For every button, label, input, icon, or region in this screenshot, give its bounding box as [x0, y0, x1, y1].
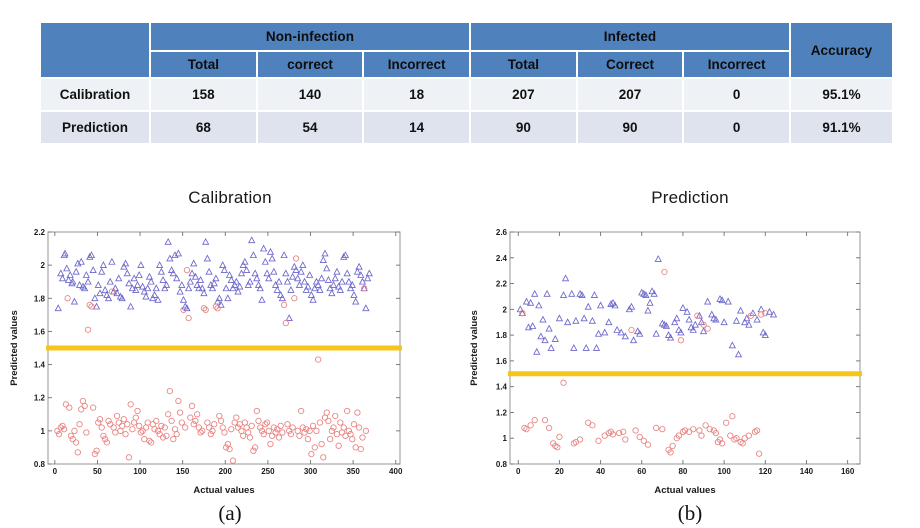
figure-calibration: Calibration Predicted values 0 50 100 150 20… — [0, 186, 460, 528]
cell-calibration-inf-incorrect: 0 — [683, 78, 790, 111]
svg-text:1.8: 1.8 — [34, 294, 46, 303]
svg-text:60: 60 — [637, 467, 646, 476]
svg-text:0.8: 0.8 — [496, 460, 508, 469]
cell-calibration-ni-incorrect: 18 — [363, 78, 470, 111]
table-head: Non-infection Infected Accuracy Total co… — [40, 22, 893, 78]
svg-text:0: 0 — [516, 467, 521, 476]
cell-prediction-ni-incorrect: 14 — [363, 111, 470, 144]
table-body: Calibration 158 140 18 207 207 0 95.1% P… — [40, 78, 893, 144]
figure-caption-a: (a) — [218, 501, 242, 525]
svg-text:1.6: 1.6 — [496, 357, 508, 366]
table-subheader-inf-correct: Correct — [576, 51, 684, 78]
svg-text:2.2: 2.2 — [34, 228, 46, 237]
svg-text:1.2: 1.2 — [34, 394, 46, 403]
svg-text:20: 20 — [555, 467, 564, 476]
svg-text:2: 2 — [41, 261, 46, 270]
svg-text:2.2: 2.2 — [496, 280, 508, 289]
y-axis-label-prediction: Predicted values — [456, 232, 480, 464]
svg-text:250: 250 — [261, 467, 275, 476]
svg-text:1.8: 1.8 — [496, 331, 508, 340]
table-row: Prediction 68 54 14 90 90 0 91.1% — [40, 111, 893, 144]
table-header-accuracy: Accuracy — [790, 22, 893, 78]
cell-calibration-ni-total: 158 — [150, 78, 257, 111]
svg-text:0.8: 0.8 — [34, 460, 46, 469]
cell-calibration-inf-total: 207 — [470, 78, 577, 111]
cell-calibration-ni-correct: 140 — [256, 78, 364, 111]
svg-text:1.4: 1.4 — [496, 383, 508, 392]
svg-text:0: 0 — [53, 467, 58, 476]
svg-text:40: 40 — [596, 467, 605, 476]
table-group-header-row: Non-infection Infected Accuracy — [40, 22, 893, 78]
cell-calibration-inf-correct: 207 — [576, 78, 684, 111]
scatter-plot-svg-prediction: 0 20 40 60 80 100 120 140 160 0.8 1 1.2 1.4 1.6 1.8 2 2.… — [496, 228, 862, 476]
svg-text:2: 2 — [503, 305, 508, 314]
svg-text:2.6: 2.6 — [496, 228, 508, 237]
x-axis-label-prediction: Actual values — [654, 485, 716, 496]
svg-text:50: 50 — [93, 467, 102, 476]
chart-title-prediction: Prediction — [651, 188, 729, 207]
cell-prediction-ni-total: 68 — [150, 111, 257, 144]
results-table: Non-infection Infected Accuracy Total co… — [40, 22, 893, 144]
svg-text:150: 150 — [176, 467, 190, 476]
svg-text:100: 100 — [133, 467, 147, 476]
cell-calibration-accuracy: 95.1% — [790, 78, 893, 111]
svg-text:80: 80 — [678, 467, 687, 476]
table-subheader-ni-total: Total — [150, 51, 257, 78]
x-axis-label-calibration: Actual values — [193, 485, 255, 496]
figures-container: Calibration Predicted values 0 50 100 150 20… — [0, 186, 920, 528]
svg-text:1.6: 1.6 — [34, 327, 46, 336]
table-sub-header-row: Total correct Incorrect Total Correct In… — [40, 51, 893, 78]
svg-text:1.2: 1.2 — [496, 408, 508, 417]
row-label-calibration: Calibration — [40, 78, 150, 111]
table-row: Calibration 158 140 18 207 207 0 95.1% — [40, 78, 893, 111]
table-group-header-infected: Infected — [470, 22, 790, 51]
svg-text:1.4: 1.4 — [34, 361, 46, 370]
cell-prediction-ni-correct: 54 — [256, 111, 364, 144]
results-table-container: Non-infection Infected Accuracy Total co… — [40, 22, 893, 144]
chart-title-calibration: Calibration — [188, 188, 272, 207]
table-subheader-ni-incorrect: Incorrect — [363, 51, 470, 78]
table-subheader-inf-incorrect: Incorrect — [683, 51, 790, 78]
table-subheader-inf-total: Total — [470, 51, 577, 78]
cell-prediction-accuracy: 91.1% — [790, 111, 893, 144]
cell-prediction-inf-incorrect: 0 — [683, 111, 790, 144]
y-axis-label-calibration: Predicted values — [0, 232, 20, 464]
svg-text:200: 200 — [219, 467, 233, 476]
scatter-plot-calibration: 0 50 100 150 200 250 300 350 400 0.8 1 1.2 1.4 1.6 1.8… — [34, 228, 403, 476]
cell-prediction-inf-total: 90 — [470, 111, 577, 144]
svg-text:100: 100 — [717, 467, 731, 476]
scatter-plot-prediction: 0 20 40 60 80 100 120 140 160 0.8 1 1.2 1.4 1.6 1.8 2 2.… — [496, 228, 862, 476]
y-axis-label-text: Predicted values — [469, 310, 480, 386]
svg-text:120: 120 — [759, 467, 773, 476]
cell-prediction-inf-correct: 90 — [576, 111, 684, 144]
table-subheader-ni-correct: correct — [256, 51, 364, 78]
svg-text:350: 350 — [346, 467, 360, 476]
table-group-header-non-infection: Non-infection — [150, 22, 470, 51]
row-label-prediction: Prediction — [40, 111, 150, 144]
scatter-plot-svg-calibration: 0 50 100 150 200 250 300 350 400 0.8 1 1.2 1.4 1.6 1.8… — [34, 228, 403, 476]
svg-text:2.4: 2.4 — [496, 254, 508, 263]
svg-text:1: 1 — [41, 427, 46, 436]
figure-prediction: Prediction Predicted values 0 20 40 60 80 100… — [460, 186, 920, 528]
figure-caption-b: (b) — [677, 501, 703, 525]
y-axis-label-text: Predicted values — [9, 310, 20, 386]
svg-text:160: 160 — [841, 467, 855, 476]
svg-text:140: 140 — [800, 467, 814, 476]
table-corner-cell — [40, 22, 150, 78]
svg-text:400: 400 — [389, 467, 403, 476]
svg-text:300: 300 — [304, 467, 318, 476]
svg-text:1: 1 — [503, 434, 508, 443]
